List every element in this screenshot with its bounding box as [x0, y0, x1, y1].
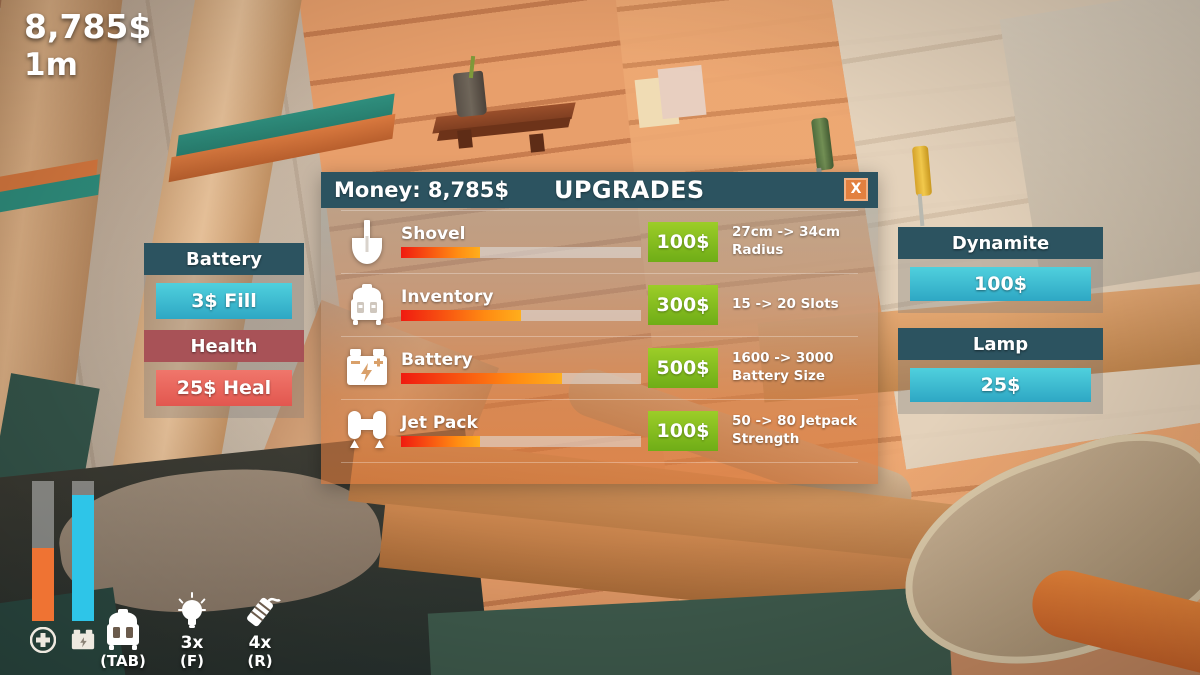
progress-track [401, 246, 641, 258]
item-keybind: (R) [247, 651, 273, 670]
close-icon[interactable]: X [844, 178, 868, 201]
upgrades-money-label: Money: 8,785$ [334, 178, 509, 202]
wall-shelf-bracket-right [529, 133, 545, 153]
upgrade-description-shovel: 27cm -> 34cm Radius [732, 224, 841, 258]
health-panel-title: Health [144, 330, 304, 362]
battery-refill-panel: Battery 3$ Fill [144, 243, 304, 331]
health-cross-icon [30, 627, 56, 653]
upgrade-description-inventory: 15 -> 20 Slots [732, 296, 839, 313]
item-slot-dynamite[interactable]: 4x (R) [238, 590, 282, 669]
lamp-buy-button[interactable]: 25$ [910, 368, 1091, 402]
progress-fill [401, 309, 521, 321]
upgrade-name: Battery [401, 350, 473, 371]
battery-bar-fill [72, 495, 94, 621]
battery-bar [70, 481, 96, 653]
lamp-panel-body: 25$ [898, 360, 1103, 414]
hud-item-slots: (TAB) 3x (F) 4x (R) [100, 590, 282, 669]
money-display: 8,785$ [24, 7, 152, 46]
buy-button-jetpack[interactable]: 100$ [648, 411, 718, 451]
upgrade-row-jetpack[interactable]: Jet Pack 100$ 50 -> 80 Jetpack Strength [339, 400, 860, 462]
health-bar-fill [32, 548, 54, 621]
lamp-panel-title: Lamp [898, 328, 1103, 360]
upgrade-progress-shovel: Shovel [395, 224, 642, 258]
progress-track [401, 309, 641, 321]
dynamite-panel-body: 100$ [898, 259, 1103, 313]
depth-display: 1m [24, 46, 78, 83]
upgrade-name: Shovel [401, 224, 466, 245]
health-heal-panel: Health 25$ Heal [144, 330, 304, 418]
upgrades-window-title: UPGRADES [553, 176, 705, 204]
backpack-icon [107, 608, 139, 650]
upgrade-row-inventory[interactable]: Inventory 300$ 15 -> 20 Slots [339, 274, 860, 336]
buy-button-inventory[interactable]: 300$ [648, 285, 718, 325]
battery-panel-body: 3$ Fill [144, 275, 304, 331]
upgrade-description-battery: 1600 -> 3000 Battery Size [732, 350, 834, 384]
dynamite-icon [247, 597, 281, 626]
battery-icon [71, 629, 95, 650]
health-panel-body: 25$ Heal [144, 362, 304, 418]
upgrade-name: Jet Pack [401, 413, 478, 434]
health-bar-track [32, 481, 54, 621]
upgrade-row-battery[interactable]: Battery 500$ 1600 -> 3000 Battery Size [339, 337, 860, 399]
sticky-note-front [657, 64, 707, 120]
progress-fill [401, 435, 481, 447]
divider [341, 462, 858, 463]
dynamite-panel-title: Dynamite [898, 227, 1103, 259]
health-bar [30, 481, 56, 653]
hud-resource-bars [30, 481, 96, 653]
upgrades-list: Shovel 100$ 27cm -> 34cm Radius Inventor… [321, 208, 878, 463]
lamp-buy-panel: Lamp 25$ [898, 328, 1103, 414]
lightbulb-icon [178, 591, 206, 628]
progress-track [401, 372, 641, 384]
item-slot-lamp[interactable]: 3x (F) [172, 590, 212, 669]
buy-button-shovel[interactable]: 100$ [648, 222, 718, 262]
health-heal-button[interactable]: 25$ Heal [156, 370, 292, 406]
dynamite-buy-panel: Dynamite 100$ [898, 227, 1103, 313]
battery-fill-button[interactable]: 3$ Fill [156, 283, 292, 319]
item-slot-backpack[interactable]: (TAB) [100, 608, 146, 670]
upgrade-progress-jetpack: Jet Pack [395, 413, 642, 447]
upgrade-description-jetpack: 50 -> 80 Jetpack Strength [732, 413, 857, 447]
upgrade-row-shovel[interactable]: Shovel 100$ 27cm -> 34cm Radius [339, 211, 860, 273]
progress-track [401, 435, 641, 447]
progress-fill [401, 246, 481, 258]
item-count: 3x [180, 632, 204, 653]
shovel-icon [339, 218, 395, 266]
upgrade-name: Inventory [401, 287, 494, 308]
item-keybind: (TAB) [100, 651, 146, 670]
wall-shelf-bracket-left [457, 129, 473, 149]
upgrade-progress-inventory: Inventory [395, 287, 642, 321]
car-battery-icon [339, 347, 395, 389]
jetpack-icon [339, 408, 395, 454]
buy-button-battery[interactable]: 500$ [648, 348, 718, 388]
upgrade-progress-battery: Battery [395, 350, 642, 384]
upgrades-title-bar: Money: 8,785$ UPGRADES X [321, 172, 878, 208]
item-count: 4x [248, 632, 272, 653]
backpack-icon [339, 282, 395, 328]
battery-panel-title: Battery [144, 243, 304, 275]
battery-bar-track [72, 481, 94, 621]
dynamite-buy-button[interactable]: 100$ [910, 267, 1091, 301]
progress-fill [401, 372, 562, 384]
upgrades-window: Money: 8,785$ UPGRADES X Shovel 100$ 27c [321, 172, 878, 484]
item-keybind: (F) [180, 651, 204, 670]
hud-stats: 8,785$ 1m [24, 7, 152, 84]
